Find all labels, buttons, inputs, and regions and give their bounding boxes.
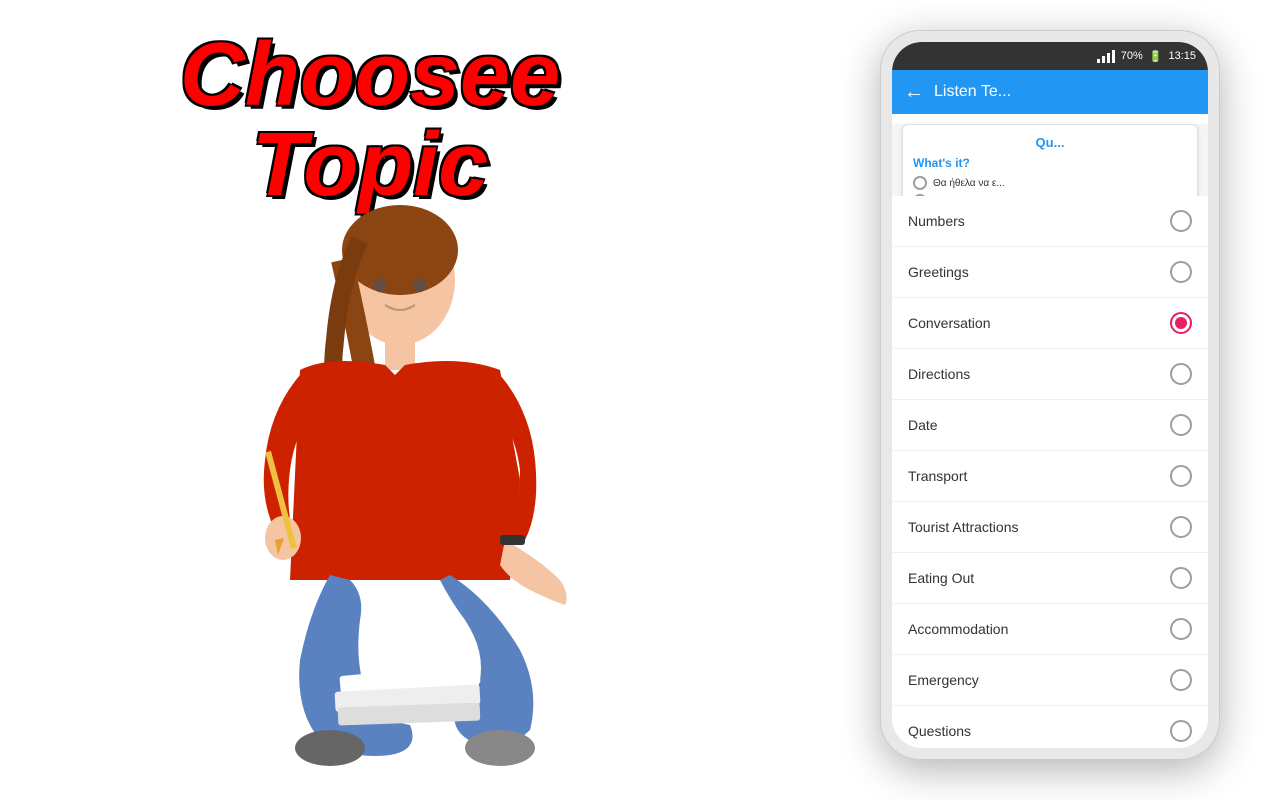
dropdown-item-transport[interactable]: Transport (892, 451, 1208, 502)
dropdown-radio-1 (1170, 261, 1192, 283)
dropdown-item-date[interactable]: Date (892, 400, 1208, 451)
quiz-option-text-1: Θα ήθελα να ε... (933, 178, 1005, 189)
title-line1: Choosee (180, 30, 560, 120)
dropdown-radio-4 (1170, 414, 1192, 436)
dropdown-radio-6 (1170, 516, 1192, 538)
dropdown-item-numbers[interactable]: Numbers (892, 196, 1208, 247)
quiz-option-1[interactable]: Θα ήθελα να ε... (913, 176, 1187, 190)
dropdown-item-label-6: Tourist Attractions (908, 519, 1019, 535)
phone-outer: 70% 🔋 13:15 ← Listen Te... Qu... What's … (880, 30, 1220, 760)
dropdown-item-label-0: Numbers (908, 213, 965, 229)
app-bar: ← Listen Te... (892, 70, 1208, 114)
dropdown-item-tourist-attractions[interactable]: Tourist Attractions (892, 502, 1208, 553)
dropdown-item-label-10: Questions (908, 723, 971, 739)
topic-dropdown: Numbers Greetings Conversation Directions Da… (892, 196, 1208, 748)
phone-container: 70% 🔋 13:15 ← Listen Te... Qu... What's … (880, 30, 1220, 760)
dropdown-item-directions[interactable]: Directions (892, 349, 1208, 400)
dropdown-item-label-4: Date (908, 417, 938, 433)
quiz-radio-1 (913, 176, 927, 190)
back-button[interactable]: ← (904, 81, 924, 104)
dropdown-radio-9 (1170, 669, 1192, 691)
dropdown-item-label-7: Eating Out (908, 570, 974, 586)
dropdown-radio-2 (1170, 312, 1192, 334)
dropdown-radio-5 (1170, 465, 1192, 487)
app-bar-title: Listen Te... (934, 83, 1196, 101)
signal-icon (1097, 50, 1115, 63)
battery-icon: 🔋 (1149, 50, 1163, 63)
dropdown-item-eating-out[interactable]: Eating Out (892, 553, 1208, 604)
quiz-subtitle: What's it? (913, 156, 1187, 170)
phone-screen: 70% 🔋 13:15 ← Listen Te... Qu... What's … (892, 42, 1208, 748)
clock: 13:15 (1168, 50, 1196, 62)
dropdown-item-label-1: Greetings (908, 264, 969, 280)
dropdown-item-conversation[interactable]: Conversation (892, 298, 1208, 349)
dropdown-radio-7 (1170, 567, 1192, 589)
dropdown-item-accommodation[interactable]: Accommodation (892, 604, 1208, 655)
dropdown-item-label-2: Conversation (908, 315, 991, 331)
dropdown-item-label-5: Transport (908, 468, 967, 484)
dropdown-radio-0 (1170, 210, 1192, 232)
dropdown-radio-3 (1170, 363, 1192, 385)
person-image (60, 120, 740, 800)
dropdown-item-label-8: Accommodation (908, 621, 1008, 637)
dropdown-item-greetings[interactable]: Greetings (892, 247, 1208, 298)
status-bar: 70% 🔋 13:15 (892, 42, 1208, 70)
quiz-title: Qu... (913, 135, 1187, 150)
dropdown-radio-10 (1170, 720, 1192, 742)
dropdown-item-label-9: Emergency (908, 672, 979, 688)
dropdown-radio-8 (1170, 618, 1192, 640)
battery-percent: 70% (1121, 50, 1143, 62)
dropdown-item-label-3: Directions (908, 366, 970, 382)
dropdown-item-emergency[interactable]: Emergency (892, 655, 1208, 706)
radio-dot-selected (1175, 317, 1187, 329)
dropdown-item-questions[interactable]: Questions (892, 706, 1208, 748)
